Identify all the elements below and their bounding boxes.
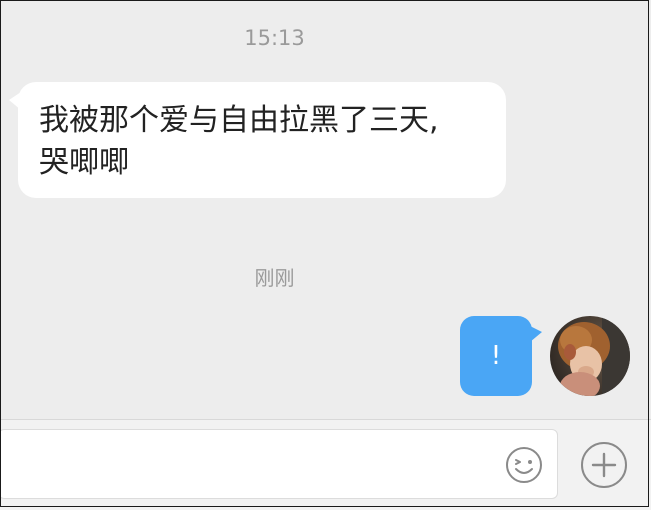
outgoing-message-text: ! (490, 341, 502, 371)
outgoing-message-bubble[interactable]: ! (460, 316, 542, 396)
incoming-message-bubble[interactable]: 我被那个爱与自由拉黑了三天, 哭唧唧 (9, 82, 506, 198)
message-timestamp: 15:13 (244, 26, 305, 50)
emoji-icon[interactable] (505, 446, 543, 484)
input-bar (0, 419, 651, 510)
avatar-image (550, 316, 630, 396)
message-input[interactable] (0, 429, 558, 499)
incoming-message-line-1: 我被那个爱与自由拉黑了三天, (39, 103, 439, 138)
incoming-message-line-2: 哭唧唧 (39, 145, 129, 180)
just-now-timestamp: 刚刚 (254, 266, 295, 290)
avatar[interactable] (550, 316, 630, 396)
plus-icon[interactable] (580, 441, 628, 489)
